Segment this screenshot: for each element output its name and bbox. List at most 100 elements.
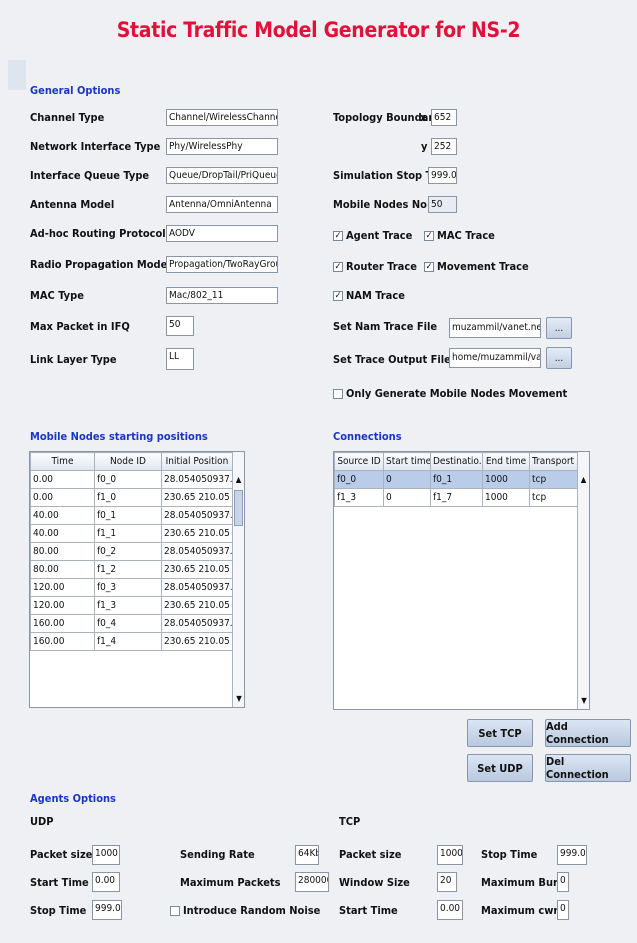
- tcp-stop-time-field[interactable]: 999.00: [557, 845, 587, 865]
- stop-time-field[interactable]: 999.00: [428, 167, 457, 184]
- scroll-down-arrow-icon[interactable]: ▼: [233, 693, 245, 705]
- tcp-heading: TCP: [339, 815, 361, 828]
- del-connection-button[interactable]: Del Connection: [545, 754, 631, 782]
- set-tcp-button[interactable]: Set TCP: [467, 719, 533, 747]
- channel-type-field[interactable]: Channel/WirelessChannel: [166, 109, 278, 126]
- mac-type-label: MAC Type: [30, 289, 84, 302]
- table-row[interactable]: 80.00 f0_2 28.054050937...: [30, 542, 233, 561]
- trace-file-browse-button[interactable]: ...: [546, 347, 572, 369]
- sending-rate-field[interactable]: 64Kb: [295, 845, 319, 865]
- table-cell: 120.00: [30, 596, 95, 615]
- routing-protocol-field[interactable]: AODV: [166, 225, 278, 242]
- table-cell: tcp: [529, 470, 578, 489]
- table-row[interactable]: 160.00 f0_4 28.054050937...: [30, 614, 233, 633]
- mobile-table-scrollbar[interactable]: ▲ ▼: [232, 452, 244, 707]
- column-header-end-time[interactable]: End time: [482, 452, 530, 471]
- table-row[interactable]: 0.00 f0_0 28.054050937...: [30, 470, 233, 489]
- random-noise-label: Introduce Random Noise: [183, 904, 321, 917]
- app-title: Static Traffic Model Generator for NS-2: [116, 18, 521, 42]
- agents-options-heading: Agents Options: [30, 792, 116, 805]
- mobile-nodes-table: Time Node ID Initial Position 0.00 f0_0 28…: [30, 452, 233, 651]
- maximum-cwnd-field[interactable]: 0: [557, 900, 569, 920]
- mac-trace-checkbox[interactable]: ✓ MAC Trace: [424, 229, 495, 242]
- window-size-field[interactable]: 20: [437, 872, 457, 892]
- udp-stop-time-field[interactable]: 999.00: [92, 900, 122, 920]
- topology-x-field[interactable]: 652: [431, 109, 457, 126]
- column-header-time[interactable]: Time: [30, 452, 95, 471]
- maximum-burst-field[interactable]: 0: [557, 872, 569, 892]
- table-cell: 230.65 210.05 ...: [161, 560, 233, 579]
- radio-propagation-field[interactable]: Propagation/TwoRayGround: [166, 256, 278, 273]
- column-header-node-id[interactable]: Node ID: [94, 452, 162, 471]
- topology-y-field[interactable]: 252: [431, 138, 457, 155]
- set-udp-button[interactable]: Set UDP: [467, 754, 533, 782]
- scroll-up-arrow-icon[interactable]: ▲: [578, 474, 589, 486]
- table-row[interactable]: 120.00f1_3230.65 210.05 ...: [30, 596, 233, 615]
- add-connection-button[interactable]: Add Connection: [545, 719, 631, 747]
- radio-propagation-label: Radio Propagation Model: [30, 258, 171, 271]
- random-noise-checkbox[interactable]: Introduce Random Noise: [170, 904, 320, 917]
- y-label: y: [421, 140, 428, 153]
- channel-type-label: Channel Type: [30, 111, 105, 124]
- link-layer-field[interactable]: LL: [166, 348, 194, 370]
- mac-type-field[interactable]: Mac/802_11: [166, 287, 278, 304]
- table-cell: f0_2: [94, 542, 162, 561]
- mobile-nodes-heading: Mobile Nodes starting positions: [30, 430, 208, 443]
- column-header-source-id[interactable]: Source ID: [334, 452, 384, 471]
- tcp-packet-size-field[interactable]: 1000: [437, 845, 463, 865]
- maximum-packets-field[interactable]: 280000: [295, 872, 329, 892]
- table-row[interactable]: 80.00f1_2230.65 210.05 ...: [30, 560, 233, 579]
- trace-file-label: Set Trace Output File: [333, 353, 451, 366]
- router-trace-label: Router Trace: [346, 260, 417, 273]
- movement-trace-checkbox[interactable]: ✓ Movement Trace: [424, 260, 529, 273]
- scroll-thumb[interactable]: [234, 490, 243, 526]
- table-cell: f0_3: [94, 578, 162, 597]
- connections-scrollbar[interactable]: ▲ ▼: [577, 452, 589, 709]
- nam-trace-checkbox[interactable]: ✓ NAM Trace: [333, 289, 405, 302]
- table-row[interactable]: 40.00 f0_1 28.054050937...: [30, 506, 233, 525]
- nam-file-field[interactable]: muzammil/vanet.net.nam: [449, 318, 541, 338]
- general-options-heading: General Options: [30, 84, 121, 97]
- table-cell: 160.00: [30, 614, 95, 633]
- udp-start-time-field[interactable]: 0.00: [92, 872, 120, 892]
- network-interface-field[interactable]: Phy/WirelessPhy: [166, 138, 278, 155]
- table-cell: f0_1: [94, 506, 162, 525]
- mobile-nodes-field[interactable]: 50: [428, 196, 457, 213]
- udp-packet-size-field[interactable]: 1000: [92, 845, 120, 865]
- table-row[interactable]: f0_0 0 f0_1 1000 tcp: [334, 470, 578, 489]
- agent-trace-label: Agent Trace: [346, 229, 413, 242]
- column-header-transport[interactable]: Transport ...: [529, 452, 578, 471]
- table-row[interactable]: 160.00f1_4230.65 210.05 ...: [30, 632, 233, 651]
- scroll-up-arrow-icon[interactable]: ▲: [233, 474, 244, 486]
- x-label: x: [420, 111, 427, 124]
- column-header-initial-position[interactable]: Initial Position: [161, 452, 233, 471]
- tcp-stop-time-label: Stop Time: [481, 848, 538, 861]
- antenna-model-field[interactable]: Antenna/OmniAntenna: [166, 196, 278, 213]
- window-size-label: Window Size: [339, 876, 410, 889]
- column-header-start-time[interactable]: Start time: [383, 452, 431, 471]
- tcp-start-time-field[interactable]: 0.00: [437, 900, 463, 920]
- table-cell: f1_4: [94, 632, 162, 651]
- table-cell: 0: [383, 470, 431, 489]
- table-row[interactable]: 0.00f1_0230.65 210.05 ...: [30, 488, 233, 507]
- movement-trace-check-icon: ✓: [424, 261, 434, 272]
- connections-table-panel: Source ID Start time Destinatio... End t…: [333, 451, 590, 710]
- trace-file-field[interactable]: home/muzammil/vanet.tr: [449, 348, 541, 368]
- table-row[interactable]: 40.00f1_1230.65 210.05 ...: [30, 524, 233, 543]
- scroll-down-arrow-icon[interactable]: ▼: [578, 695, 590, 707]
- table-cell: 1000: [482, 488, 530, 507]
- mobile-nodes-table-panel: Time Node ID Initial Position 0.00 f0_0 28…: [29, 451, 245, 708]
- table-cell: f0_0: [334, 470, 384, 489]
- router-trace-checkbox[interactable]: ✓ Router Trace: [333, 260, 417, 273]
- table-row[interactable]: 120.00 f0_3 28.054050937...: [30, 578, 233, 597]
- only-mobile-checkbox[interactable]: Only Generate Mobile Nodes Movement: [333, 387, 567, 400]
- max-packet-field[interactable]: 50: [166, 316, 194, 336]
- column-header-destination[interactable]: Destinatio...: [430, 452, 483, 471]
- table-cell: 230.65 210.05 ...: [161, 524, 233, 543]
- agent-trace-checkbox[interactable]: ✓ Agent Trace: [333, 229, 412, 242]
- nam-file-browse-button[interactable]: ...: [546, 317, 572, 339]
- table-cell: f0_4: [94, 614, 162, 633]
- interface-queue-field[interactable]: Queue/DropTail/PriQueue: [166, 167, 278, 184]
- udp-stop-time-label: Stop Time: [30, 904, 87, 917]
- table-row[interactable]: f1_3 0 f1_7 1000 tcp: [334, 488, 578, 507]
